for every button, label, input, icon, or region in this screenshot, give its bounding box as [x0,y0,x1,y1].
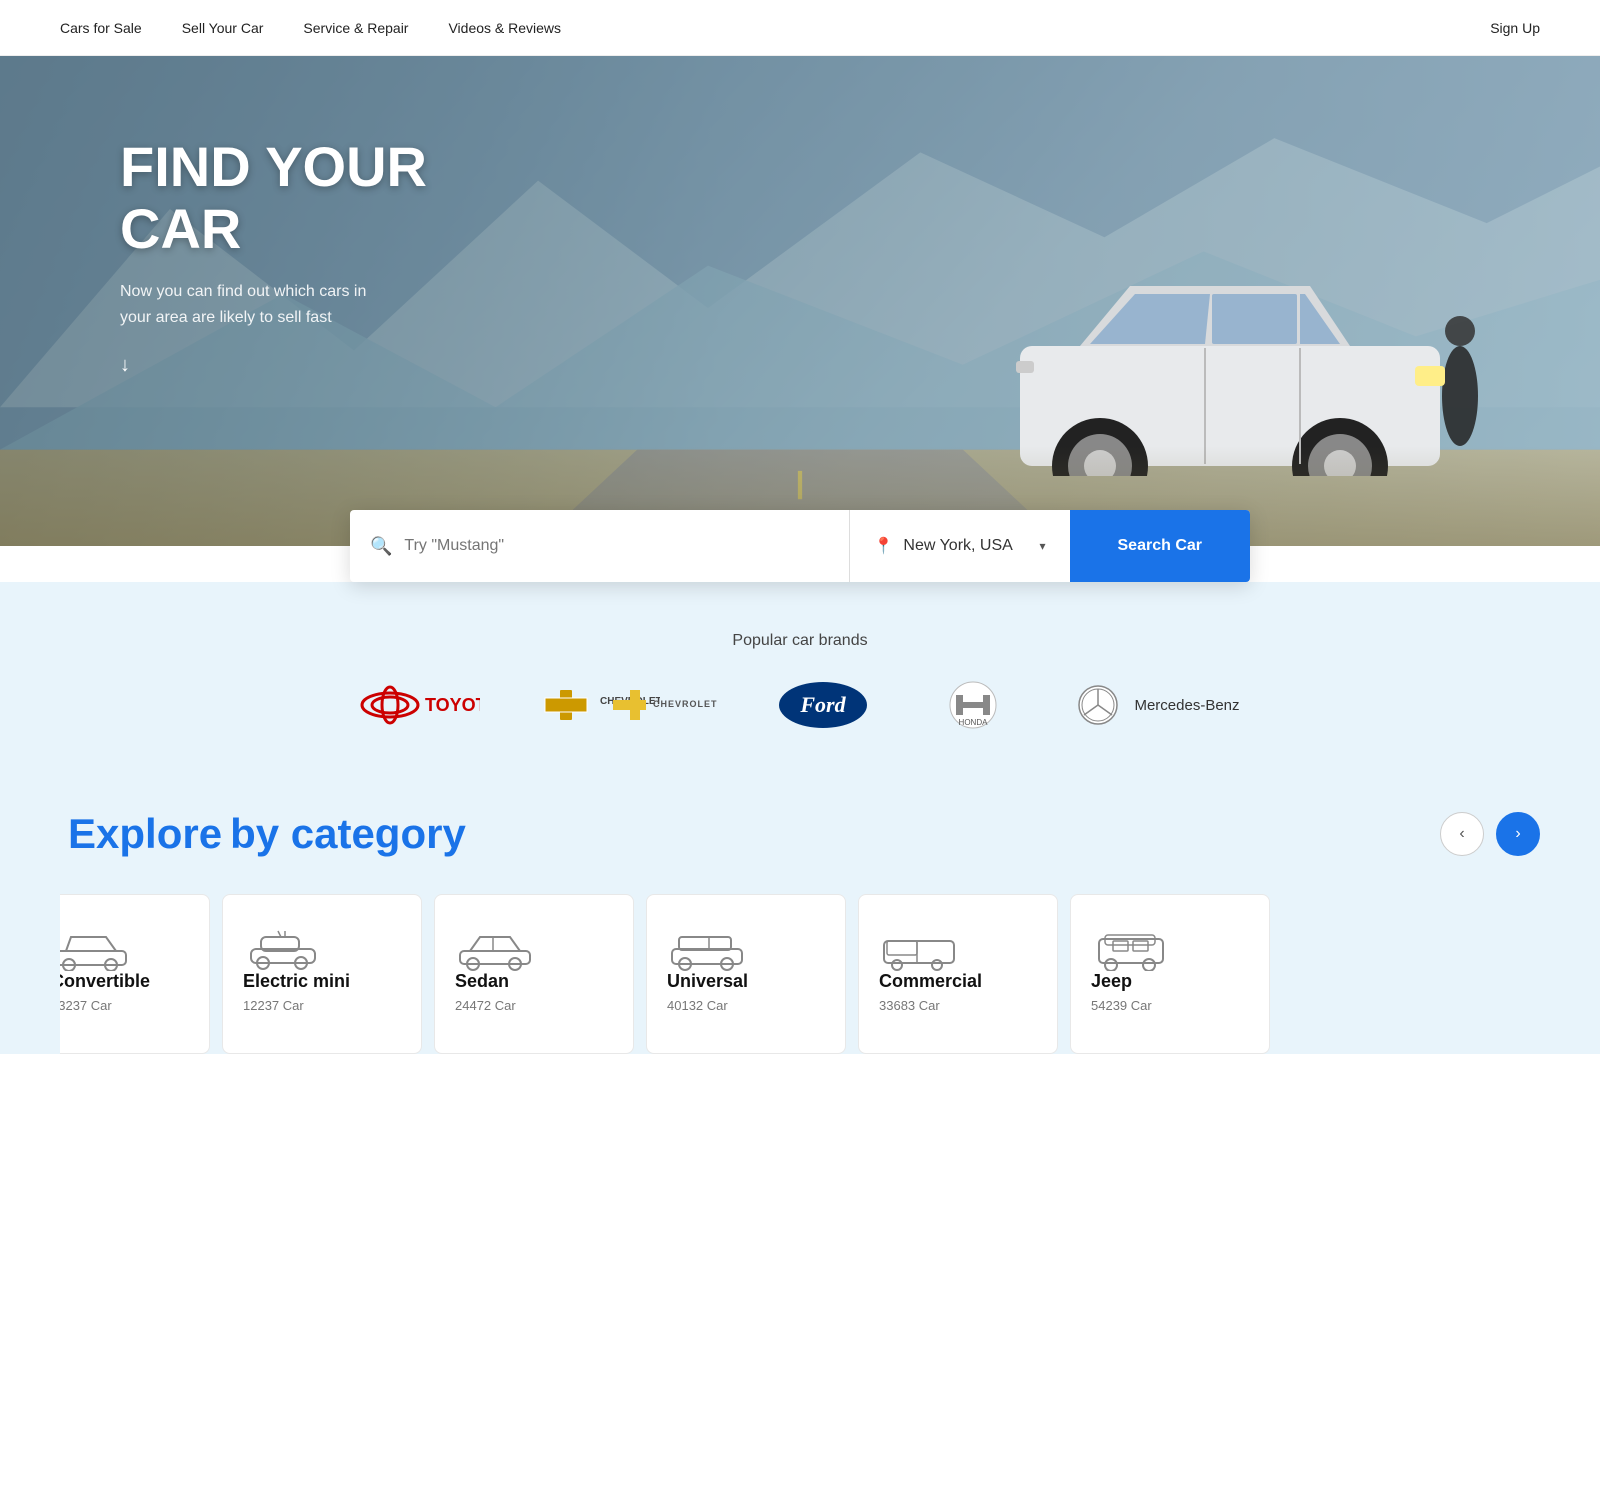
category-universal-count: 40132 Car [667,998,728,1013]
category-sedan[interactable]: Sedan 24472 Car [434,894,634,1054]
hero-title: FIND YOUR CAR [120,136,1600,259]
category-jeep-count: 54239 Car [1091,998,1152,1013]
nav-links: Cars for Sale Sell Your Car Service & Re… [60,20,561,36]
brands-section: Popular car brands TOYOTA CHEVROLET [0,582,1600,760]
brands-title: Popular car brands [60,632,1540,650]
search-input-wrap[interactable]: 🔍 [350,510,850,582]
search-input[interactable] [404,537,828,555]
category-convertible[interactable]: Convertible 23237 Car [60,894,210,1054]
hero-section: FIND YOUR CAR Now you can find out which… [0,56,1600,546]
brands-list: TOYOTA CHEVROLET CHEVROLET For [60,680,1540,730]
category-sedan-name: Sedan [455,971,509,992]
universal-icon [667,923,747,971]
categories-row: Convertible 23237 Car Electric mini 1223… [60,894,1540,1054]
carousel-controls: ‹ › [1440,812,1540,856]
scroll-down-arrow[interactable]: ↓ [120,354,1600,377]
search-car-button[interactable]: Search Car [1070,510,1251,582]
category-universal[interactable]: Universal 40132 Car [646,894,846,1054]
chevron-down-icon: ▾ [1039,539,1045,553]
search-icon: 🔍 [370,536,392,557]
mercedes-label: Mercedes-Benz [1134,697,1239,714]
hero-content: FIND YOUR CAR Now you can find out which… [0,56,1600,377]
toyota-logo: TOYOTA [360,685,480,725]
category-electric-mini-count: 12237 Car [243,998,304,1013]
sedan-icon [455,923,535,971]
nav-sell-your-car[interactable]: Sell Your Car [182,20,264,36]
signup-button[interactable]: Sign Up [1490,20,1540,36]
electric-mini-icon [243,923,323,971]
jeep-icon [1091,923,1171,971]
search-bar: 🔍 📍 New York, USA ▾ Search Car [350,510,1250,582]
nav-videos-reviews[interactable]: Videos & Reviews [448,20,561,36]
svg-text:CHEVROLET: CHEVROLET [653,699,718,709]
brand-ford[interactable]: Ford [778,681,868,729]
carousel-next-button[interactable]: › [1496,812,1540,856]
brand-honda[interactable]: HONDA [928,681,1018,729]
navbar: Cars for Sale Sell Your Car Service & Re… [0,0,1600,56]
svg-text:HONDA: HONDA [959,718,989,727]
category-jeep[interactable]: Jeep 54239 Car [1070,894,1270,1054]
svg-text:Ford: Ford [800,692,847,717]
carousel-prev-button[interactable]: ‹ [1440,812,1484,856]
category-convertible-count: 23237 Car [60,998,112,1013]
category-commercial-name: Commercial [879,971,982,992]
location-selector[interactable]: 📍 New York, USA ▾ [850,510,1070,582]
category-electric-mini-name: Electric mini [243,971,350,992]
category-electric-mini[interactable]: Electric mini 12237 Car [222,894,422,1054]
search-section: 🔍 📍 New York, USA ▾ Search Car [0,510,1600,582]
category-jeep-name: Jeep [1091,971,1132,992]
location-text: New York, USA [903,537,1029,555]
convertible-icon [60,923,131,971]
explore-header: Exploreby category ‹ › [60,810,1540,858]
category-universal-name: Universal [667,971,748,992]
svg-text:TOYOTA: TOYOTA [425,695,480,715]
commercial-icon [879,923,959,971]
category-commercial-count: 33683 Car [879,998,940,1013]
honda-logo: HONDA [928,681,1018,729]
chevrolet-full-logo: CHEVROLET [608,685,718,725]
nav-service-repair[interactable]: Service & Repair [303,20,408,36]
location-icon: 📍 [874,536,894,556]
category-convertible-name: Convertible [60,971,150,992]
brand-mercedes[interactable]: Mercedes-Benz [1078,685,1239,725]
category-commercial[interactable]: Commercial 33683 Car [858,894,1058,1054]
hero-subtitle: Now you can find out which cars in your … [120,279,380,330]
category-sedan-count: 24472 Car [455,998,516,1013]
explore-section: Exploreby category ‹ › Convertible 23237… [0,760,1600,1054]
mercedes-emblem [1078,685,1118,725]
explore-title: Exploreby category [60,810,466,858]
brand-toyota[interactable]: TOYOTA [360,685,480,725]
brand-chevrolet[interactable]: CHEVROLET CHEVROLET [540,680,718,730]
nav-cars-for-sale[interactable]: Cars for Sale [60,20,142,36]
ford-logo: Ford [778,681,868,729]
